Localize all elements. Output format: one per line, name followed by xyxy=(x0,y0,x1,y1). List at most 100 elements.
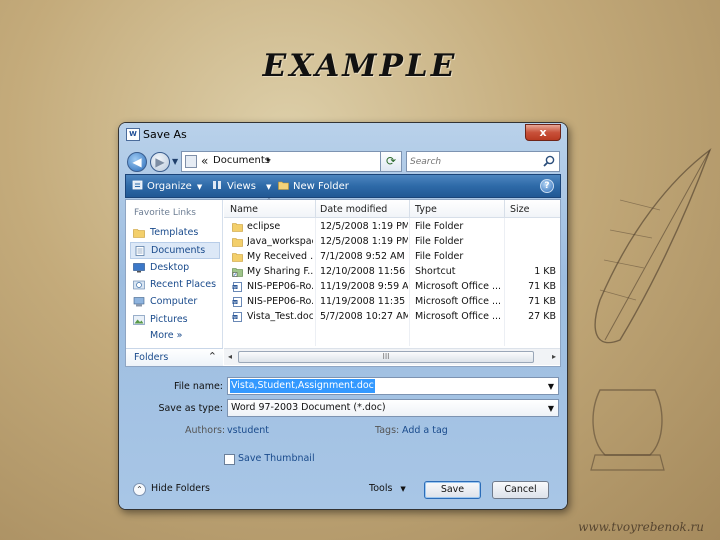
column-divider[interactable] xyxy=(504,200,505,218)
address-bar[interactable]: « Documents ▸ ▼ xyxy=(181,151,398,172)
folder-icon xyxy=(232,223,243,232)
slide-title: EXAMPLE xyxy=(262,48,458,84)
views-menu[interactable]: Views ▼ xyxy=(212,180,271,192)
file-size: 27 KB xyxy=(528,311,556,322)
pictures-icon xyxy=(133,315,145,325)
navigation-pane: Favorite Links Templates Documents Deskt… xyxy=(126,200,223,366)
horizontal-scrollbar[interactable]: ◂ III ▸ xyxy=(224,348,560,365)
column-divider[interactable] xyxy=(315,200,316,218)
file-row[interactable]: My Received ... 7/1/2008 9:52 AM File Fo… xyxy=(224,250,560,265)
file-row[interactable]: My Sharing F... 12/10/2008 11:56 ... Sho… xyxy=(224,265,560,280)
favorite-links-heading: Favorite Links xyxy=(134,208,196,218)
search-icon[interactable] xyxy=(543,155,555,167)
history-dropdown-icon[interactable]: ▼ xyxy=(172,157,178,166)
new-folder-button[interactable]: New Folder xyxy=(278,180,349,192)
file-row[interactable]: W NIS-PEP06-Ro... 11/19/2008 9:59 AM Mic… xyxy=(224,280,560,295)
filename-dropdown-icon[interactable]: ▼ xyxy=(548,382,554,391)
back-button[interactable]: ◀ xyxy=(127,152,147,172)
nav-item-label: Computer xyxy=(150,296,198,307)
file-name: NIS-PEP06-Ro... xyxy=(247,281,313,292)
folder-icon xyxy=(133,229,145,238)
nav-item-label: Pictures xyxy=(150,314,188,325)
file-date: 12/5/2008 1:19 PM xyxy=(320,221,408,232)
file-type: File Folder xyxy=(415,221,464,232)
file-row[interactable]: W Vista_Test.doc 5/7/2008 10:27 AM Micro… xyxy=(224,310,560,325)
file-date: 12/10/2008 11:56 ... xyxy=(320,266,408,277)
file-type: File Folder xyxy=(415,236,464,247)
savetype-value: Word 97-2003 Document (*.doc) xyxy=(231,402,386,413)
views-icon xyxy=(213,181,221,189)
file-size: 71 KB xyxy=(528,296,556,307)
title-bar[interactable]: W Save As x xyxy=(119,123,567,147)
tags-label: Tags: xyxy=(375,425,400,436)
file-name: Java_workspace xyxy=(247,236,313,247)
watermark: www.tvoyrebenok.ru xyxy=(578,520,704,534)
file-name: Vista_Test.doc xyxy=(247,311,313,322)
nav-item-desktop[interactable]: Desktop xyxy=(130,260,220,277)
nav-item-recent-places[interactable]: Recent Places xyxy=(130,277,220,294)
savetype-dropdown-icon[interactable]: ▼ xyxy=(548,404,554,413)
quill-decoration xyxy=(590,148,712,471)
more-label: More xyxy=(150,330,174,341)
documents-icon xyxy=(135,246,145,256)
file-row[interactable]: Java_workspace 12/5/2008 1:19 PM File Fo… xyxy=(224,235,560,250)
authors-value[interactable]: vstudent xyxy=(227,425,269,436)
column-divider[interactable] xyxy=(409,200,410,218)
file-row[interactable]: W NIS-PEP06-Ro... 11/19/2008 11:35 ... M… xyxy=(224,295,560,310)
save-as-type-select[interactable]: Word 97-2003 Document (*.doc) ▼ xyxy=(227,399,559,417)
help-icon[interactable]: ? xyxy=(540,179,554,193)
file-type: Microsoft Office ... xyxy=(415,296,502,307)
save-thumbnail-checkbox[interactable] xyxy=(224,454,235,465)
close-button[interactable]: x xyxy=(525,124,561,141)
organize-menu[interactable]: Organize ▼ xyxy=(132,180,202,192)
new-folder-label: New Folder xyxy=(293,181,349,192)
nav-item-documents[interactable]: Documents xyxy=(130,242,220,259)
authors-label: Authors: xyxy=(185,425,226,436)
folder-icon xyxy=(232,238,243,247)
browser-pane: Favorite Links Templates Documents Deskt… xyxy=(125,197,561,367)
refresh-button[interactable]: ⟳ xyxy=(380,151,402,172)
nav-item-label: Templates xyxy=(150,227,199,238)
crumb-arrow-icon[interactable]: ▸ xyxy=(267,155,271,164)
search-input[interactable] xyxy=(410,154,538,169)
column-header-name[interactable]: Name xyxy=(230,204,258,215)
nav-item-computer[interactable]: Computer xyxy=(130,294,220,311)
column-header-date[interactable]: Date modified xyxy=(320,204,387,215)
file-name: eclipse xyxy=(247,221,281,232)
scrollbar-thumb[interactable]: III xyxy=(238,351,534,363)
file-date: 5/7/2008 10:27 AM xyxy=(320,311,408,322)
forward-button[interactable]: ▶ xyxy=(150,152,170,172)
cancel-button[interactable]: Cancel xyxy=(492,481,549,499)
address-overflow-chevron[interactable]: « xyxy=(201,154,208,168)
organize-dropdown-icon: ▼ xyxy=(196,183,203,191)
tools-dropdown-icon: ▼ xyxy=(400,485,406,493)
nav-item-label: Recent Places xyxy=(150,279,217,290)
search-box[interactable] xyxy=(406,151,560,172)
tags-input[interactable]: Add a tag xyxy=(402,425,448,436)
file-row[interactable]: eclipse 12/5/2008 1:19 PM File Folder xyxy=(224,220,560,235)
shortcut-icon xyxy=(232,268,243,277)
file-date: 7/1/2008 9:52 AM xyxy=(320,251,405,262)
hide-folders-label: Hide Folders xyxy=(151,483,210,494)
file-type: Microsoft Office ... xyxy=(415,281,502,292)
word-doc-icon: W xyxy=(232,297,242,307)
nav-item-templates[interactable]: Templates xyxy=(130,225,220,242)
folders-toggle[interactable]: Folders ⌃ xyxy=(126,348,223,366)
nav-item-pictures[interactable]: Pictures xyxy=(130,312,220,329)
nav-more-link[interactable]: More » xyxy=(150,330,182,341)
address-crumb-documents[interactable]: Documents xyxy=(213,155,270,166)
file-list-header: ⌃ Name Date modified Type Size xyxy=(224,197,560,218)
column-header-size[interactable]: Size xyxy=(510,204,530,215)
more-chevron-icon: » xyxy=(176,330,183,341)
chevron-up-icon: ⌃ xyxy=(133,483,146,496)
save-thumbnail-label[interactable]: Save Thumbnail xyxy=(238,453,315,464)
tools-menu[interactable]: Tools ▼ xyxy=(369,483,406,494)
filename-combobox[interactable]: Vista,Student,Assignment.doc ▼ xyxy=(227,377,559,395)
column-header-type[interactable]: Type xyxy=(415,204,437,215)
save-button[interactable]: Save xyxy=(424,481,481,499)
filename-value: Vista,Student,Assignment.doc xyxy=(230,379,375,393)
scroll-left-arrow-icon[interactable]: ◂ xyxy=(228,352,232,361)
desktop-icon xyxy=(133,263,145,273)
word-doc-icon: W xyxy=(232,312,242,322)
scroll-right-arrow-icon[interactable]: ▸ xyxy=(552,352,556,361)
